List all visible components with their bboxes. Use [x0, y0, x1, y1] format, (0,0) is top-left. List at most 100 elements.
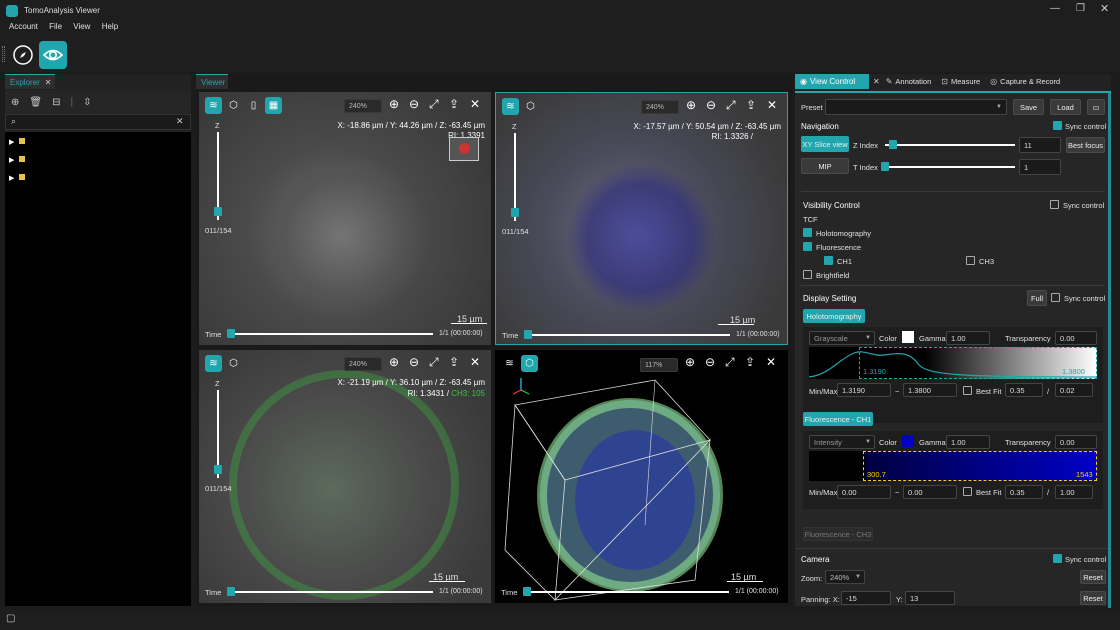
time-slider-handle[interactable]	[227, 587, 235, 596]
delete-all-icon[interactable]: ⊟	[52, 97, 60, 108]
camera-sync-checkbox[interactable]	[1053, 554, 1062, 563]
tree-item[interactable]: ▶	[9, 156, 26, 164]
holo-histogram[interactable]: 1.3190 1.3800	[809, 347, 1097, 379]
zoom-out-icon[interactable]: ⊖	[409, 355, 419, 369]
fluor-ch3-section-button[interactable]: Fluorescence - CH3	[803, 527, 873, 541]
tab-measure[interactable]: Measure	[951, 77, 980, 86]
tree-item[interactable]: ▶	[9, 138, 26, 146]
full-button[interactable]: Full	[1027, 290, 1047, 306]
minimize-icon[interactable]: —	[1050, 3, 1060, 14]
pan-y-spinbox[interactable]: 13	[905, 591, 955, 605]
zoom-in-icon[interactable]: ⊕	[685, 355, 695, 369]
time-slider-handle[interactable]	[524, 330, 532, 339]
mip-button[interactable]: MIP	[801, 158, 849, 174]
fluor-gamma-spinbox[interactable]: 1.00	[946, 435, 990, 449]
layers-icon[interactable]: ≋	[205, 97, 222, 114]
close-view-icon[interactable]: ✕	[470, 355, 480, 369]
cube-icon[interactable]: ⬡	[522, 98, 539, 115]
nav-sync-checkbox[interactable]	[1053, 121, 1062, 130]
cube-icon[interactable]: ⬡	[225, 355, 242, 372]
add-folder-icon[interactable]: ⊕	[11, 97, 19, 108]
fit-icon[interactable]: ⤢	[429, 355, 439, 370]
holo-color-swatch[interactable]	[902, 331, 914, 343]
t-index-handle[interactable]	[881, 162, 889, 171]
holo-bestfit-b[interactable]: 0.02	[1055, 383, 1093, 397]
zoom-select[interactable]: 240%	[641, 100, 679, 114]
cube-icon[interactable]: ⬡	[521, 355, 538, 372]
layers-icon[interactable]: ≋	[205, 355, 222, 372]
pan-x-spinbox[interactable]: -15	[841, 591, 891, 605]
export-icon[interactable]: ⇪	[745, 355, 755, 369]
export-icon[interactable]: ⇪	[746, 98, 756, 112]
save-button[interactable]: Save	[1013, 99, 1044, 115]
viewport-xy-ch3[interactable]: ≋ ⬡ 240% ⊕ ⊖ ⤢ ⇪ ✕ X: -21.19 µm / Y: 36.…	[199, 350, 491, 603]
explorer-tab[interactable]: Explorer ✕	[5, 74, 55, 89]
close-window-icon[interactable]: ✕	[1100, 2, 1109, 15]
menu-file[interactable]: File	[49, 22, 62, 31]
time-slider-handle[interactable]	[227, 329, 235, 338]
pan-reset-button[interactable]: Reset	[1080, 591, 1106, 605]
fluor-checkbox[interactable]	[803, 242, 812, 251]
time-slider[interactable]	[526, 334, 730, 336]
time-slider[interactable]	[229, 591, 433, 593]
zoom-out-icon[interactable]: ⊖	[409, 97, 419, 111]
menu-account[interactable]: Account	[9, 22, 38, 31]
restore-icon[interactable]: ❐	[1076, 3, 1085, 14]
t-index-slider[interactable]	[885, 166, 1015, 168]
zoom-select[interactable]: 240%	[344, 357, 382, 371]
z-index-slider[interactable]	[885, 144, 1015, 146]
viewer-tab[interactable]: Viewer	[196, 74, 228, 89]
preset-select[interactable]: ▼	[825, 99, 1007, 115]
delete-icon[interactable]: 🗑	[29, 97, 42, 108]
best-focus-button[interactable]: Best focus	[1066, 137, 1105, 153]
explorer-search[interactable]: ⌕ ✕	[5, 114, 191, 130]
layers-icon[interactable]: ≋	[502, 98, 519, 115]
fluor-bestfit-b[interactable]: 1.00	[1055, 485, 1093, 499]
camera-zoom-reset-button[interactable]: Reset	[1080, 570, 1106, 584]
single-layout-icon[interactable]: ▯	[245, 97, 262, 114]
export-icon[interactable]: ⇪	[449, 97, 459, 111]
collapse-icon[interactable]: ⇳	[83, 97, 91, 108]
fit-icon[interactable]: ⤢	[429, 97, 439, 112]
time-slider[interactable]	[229, 333, 433, 335]
close-view-icon[interactable]: ✕	[766, 355, 776, 369]
brightfield-checkbox[interactable]	[803, 270, 812, 279]
zoom-select[interactable]: 240%	[344, 99, 382, 113]
visibility-sync-checkbox[interactable]	[1050, 200, 1059, 209]
ch1-checkbox[interactable]	[824, 256, 833, 265]
layers-icon[interactable]: ≋	[501, 355, 518, 372]
time-slider-handle[interactable]	[523, 587, 531, 596]
preset-manage-button[interactable]: ▭	[1087, 99, 1105, 115]
tab-view-control[interactable]: ◉ View Control	[795, 74, 869, 89]
z-index-spinbox[interactable]: 11	[1019, 137, 1061, 153]
compass-button[interactable]	[9, 41, 37, 69]
t-index-spinbox[interactable]: 1	[1019, 159, 1061, 175]
viewport-3d[interactable]: ≋ ⬡ 117% ⊕ ⊖ ⤢ ⇪ ✕ Time 1/1 (00:00:00) 1…	[495, 350, 788, 603]
holo-bestfit-checkbox[interactable]	[963, 386, 972, 395]
fluor-transparency-spinbox[interactable]: 0.00	[1055, 435, 1097, 449]
fit-icon[interactable]: ⤢	[726, 98, 736, 113]
tab-capture[interactable]: Capture & Record	[1000, 77, 1060, 86]
close-tab-icon[interactable]: ✕	[873, 77, 880, 86]
close-view-icon[interactable]: ✕	[470, 97, 480, 111]
xy-slice-button[interactable]: XY Slice view	[801, 136, 849, 152]
zoom-in-icon[interactable]: ⊕	[389, 97, 399, 111]
fluor-bestfit-checkbox[interactable]	[963, 487, 972, 496]
viewport-xy-fl[interactable]: ≋ ⬡ 240% ⊕ ⊖ ⤢ ⇪ ✕ X: -17.57 µm / Y: 50.…	[495, 92, 788, 345]
holo-checkbox[interactable]	[803, 228, 812, 237]
camera-zoom-select[interactable]: 240% ▼	[825, 570, 865, 584]
z-index-handle[interactable]	[889, 140, 897, 149]
export-icon[interactable]: ⇪	[449, 355, 459, 369]
fit-icon[interactable]: ⤢	[725, 355, 735, 370]
holo-section-button[interactable]: Holotomography	[803, 309, 865, 323]
fluor-color-swatch[interactable]	[902, 435, 914, 447]
z-slider-handle[interactable]	[214, 207, 222, 216]
close-view-icon[interactable]: ✕	[767, 98, 777, 112]
zoom-out-icon[interactable]: ⊖	[706, 98, 716, 112]
menu-view[interactable]: View	[73, 22, 90, 31]
grid-layout-icon[interactable]: ▦	[265, 97, 282, 114]
z-slider-handle[interactable]	[214, 465, 222, 474]
fluor-min-spinbox[interactable]: 0.00	[837, 485, 891, 499]
zoom-out-icon[interactable]: ⊖	[705, 355, 715, 369]
fluor-colormap-select[interactable]: Intensity ▼	[809, 435, 875, 449]
